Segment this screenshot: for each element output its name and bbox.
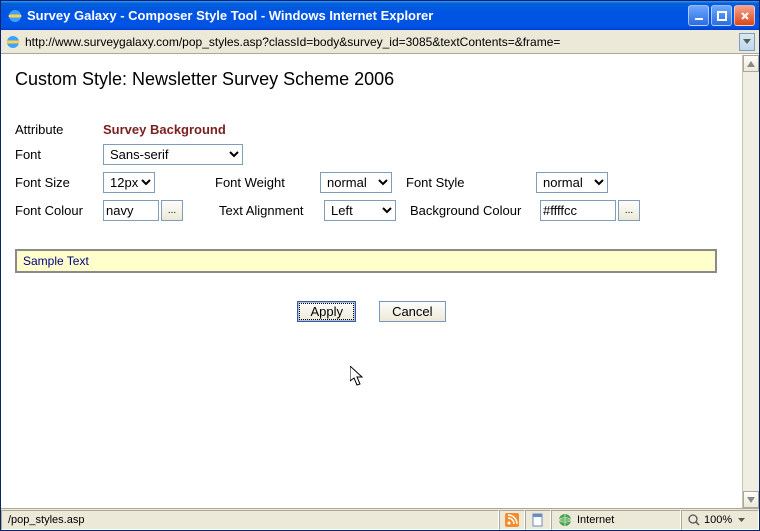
zoom-pane[interactable]: 100%	[681, 510, 759, 530]
label-text-alignment: Text Alignment	[219, 203, 324, 218]
minimize-button[interactable]	[688, 5, 709, 26]
page-status-icon	[531, 513, 545, 527]
window-buttons	[688, 5, 755, 26]
font-size-select[interactable]: 12px	[103, 172, 155, 193]
security-zone-pane: Internet	[551, 510, 681, 530]
label-font-colour: Font Colour	[15, 203, 103, 218]
sample-text: Sample Text	[23, 254, 89, 268]
status-icon-pane-2	[525, 510, 551, 530]
status-bar: /pop_styles.asp Internet 100%	[1, 508, 759, 530]
ie-icon	[7, 8, 23, 24]
zoom-icon	[688, 514, 700, 526]
label-font-style: Font Style	[406, 175, 536, 190]
status-icon-pane-1	[499, 510, 525, 530]
apply-button[interactable]: Apply	[297, 301, 356, 322]
font-weight-select[interactable]: normal	[320, 172, 392, 193]
page-icon	[5, 34, 21, 50]
button-row: Apply Cancel	[15, 301, 728, 322]
background-colour-input[interactable]	[540, 200, 616, 221]
cancel-button[interactable]: Cancel	[379, 301, 445, 322]
attribute-value: Survey Background	[103, 122, 226, 137]
url-dropdown-button[interactable]	[739, 33, 755, 51]
address-bar: http://www.surveygalaxy.com/pop_styles.a…	[1, 30, 759, 54]
browser-window: Survey Galaxy - Composer Style Tool - Wi…	[0, 0, 760, 531]
status-path: /pop_styles.asp	[8, 514, 84, 526]
page-title: Custom Style: Newsletter Survey Scheme 2…	[15, 69, 728, 90]
url-text[interactable]: http://www.surveygalaxy.com/pop_styles.a…	[25, 35, 735, 49]
cursor-icon	[350, 366, 366, 388]
label-font-size: Font Size	[15, 175, 103, 190]
label-background-colour: Background Colour	[410, 203, 540, 218]
window-title: Survey Galaxy - Composer Style Tool - Wi…	[27, 8, 688, 23]
chevron-down-icon	[738, 518, 745, 522]
label-font: Font	[15, 147, 103, 162]
globe-icon	[558, 513, 572, 527]
zoom-text: 100%	[704, 514, 732, 526]
style-form: Attribute Survey Background Font Sans-se…	[15, 122, 728, 221]
security-zone-text: Internet	[577, 514, 614, 526]
font-colour-input[interactable]	[103, 200, 159, 221]
text-alignment-select[interactable]: Left	[324, 200, 396, 221]
titlebar: Survey Galaxy - Composer Style Tool - Wi…	[1, 1, 759, 30]
close-button[interactable]	[734, 5, 755, 26]
background-colour-picker-button[interactable]: ...	[618, 200, 640, 221]
label-attribute: Attribute	[15, 122, 103, 137]
scroll-track[interactable]	[743, 72, 759, 491]
font-colour-picker-button[interactable]: ...	[161, 200, 183, 221]
feed-icon	[505, 513, 519, 527]
label-font-weight: Font Weight	[215, 175, 320, 190]
content-area: Custom Style: Newsletter Survey Scheme 2…	[1, 54, 759, 508]
scroll-up-button[interactable]	[743, 55, 759, 72]
font-select[interactable]: Sans-serif	[103, 144, 243, 165]
scroll-down-button[interactable]	[743, 491, 759, 508]
status-text: /pop_styles.asp	[1, 510, 499, 530]
maximize-button[interactable]	[711, 5, 732, 26]
font-style-select[interactable]: normal	[536, 172, 608, 193]
sample-preview: Sample Text	[15, 249, 717, 273]
page-body: Custom Style: Newsletter Survey Scheme 2…	[1, 55, 742, 508]
vertical-scrollbar[interactable]	[742, 55, 759, 508]
